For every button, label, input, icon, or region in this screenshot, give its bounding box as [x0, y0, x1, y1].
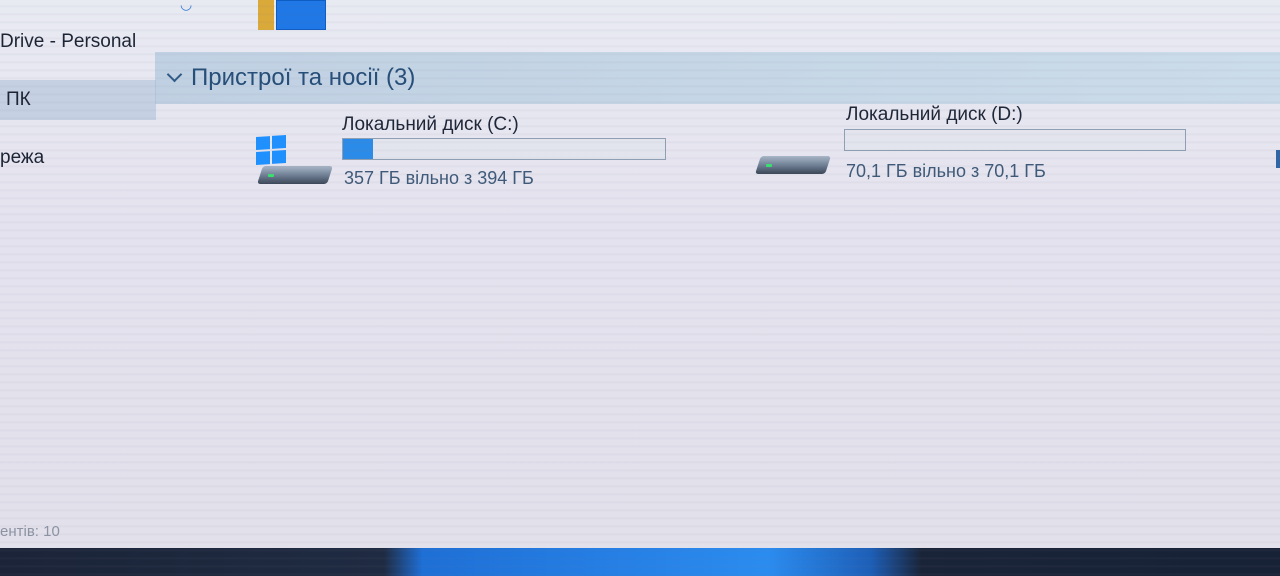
- taskbar[interactable]: [0, 548, 1280, 576]
- drive-free-space: 70,1 ГБ вільно з 70,1 ГБ: [846, 161, 1046, 181]
- drive-c-tile[interactable]: Локальний диск (C:) 357 ГБ вільно з 394 …: [252, 110, 682, 190]
- drive-name: Локальний диск (D:): [846, 104, 1023, 125]
- partial-item-icon: ◡: [180, 0, 193, 12]
- status-bar: ентів: 10: [0, 518, 60, 544]
- drive-usage-bar: [844, 129, 1186, 151]
- navigation-pane: Drive - Personal ПК режа: [0, 0, 156, 548]
- windows-drive-icon: [256, 134, 333, 188]
- folder-icon[interactable]: [258, 0, 326, 30]
- scrollbar-edge[interactable]: [1276, 150, 1280, 168]
- drive-usage-fill: [343, 139, 374, 159]
- drive-usage-bar: [342, 138, 666, 160]
- nav-item-label: Drive - Personal: [0, 31, 137, 52]
- group-title: Пристрої та носії (3): [191, 64, 416, 91]
- windows-logo-icon: [256, 134, 286, 166]
- nav-item-onedrive[interactable]: Drive - Personal: [0, 22, 136, 62]
- hard-drive-icon: [754, 146, 831, 198]
- drive-name: Локальний диск (C:): [342, 114, 519, 135]
- drive-d-tile[interactable]: Локальний диск (D:) 70,1 ГБ вільно з 70,…: [752, 100, 1192, 190]
- nav-item-label: ПК: [6, 89, 31, 110]
- item-count: ентів: 10: [0, 522, 60, 540]
- file-explorer-window: Drive - Personal ПК режа ◡ Пристрої та н…: [0, 0, 1280, 548]
- devices-group-header[interactable]: Пристрої та носії (3): [155, 52, 1280, 104]
- chevron-down-icon[interactable]: [167, 71, 181, 85]
- nav-item-this-pc[interactable]: ПК: [0, 80, 156, 120]
- nav-item-label: режа: [0, 147, 45, 168]
- drive-free-space: 357 ГБ вільно з 394 ГБ: [344, 168, 534, 188]
- nav-item-network[interactable]: режа: [0, 138, 44, 178]
